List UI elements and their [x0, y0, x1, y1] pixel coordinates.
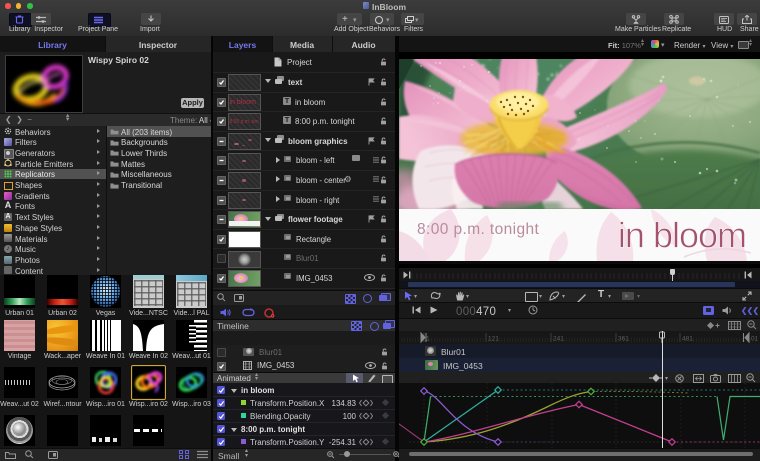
- svg-text:361: 361: [618, 336, 629, 343]
- svg-text:in bloom: in bloom: [618, 215, 746, 256]
- svg-text:8:00 p.m. tonight: 8:00 p.m. tonight: [417, 221, 540, 238]
- svg-text:481: 481: [682, 336, 693, 343]
- svg-text:1: 1: [426, 336, 430, 343]
- svg-text:241: 241: [553, 336, 564, 343]
- svg-text:121: 121: [488, 336, 499, 343]
- svg-text:01: 01: [751, 336, 759, 343]
